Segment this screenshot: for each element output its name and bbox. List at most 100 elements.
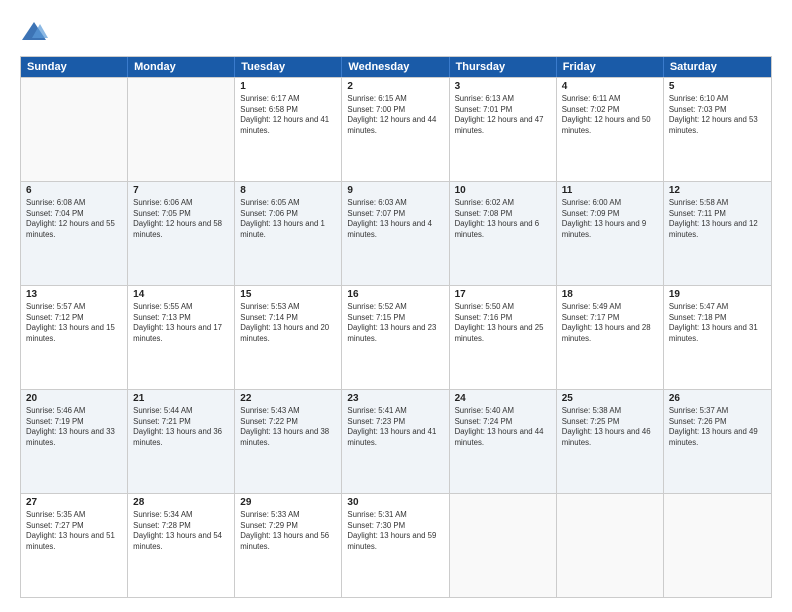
calendar-cell: 10 Sunrise: 6:02 AM Sunset: 7:08 PM Dayli… <box>450 182 557 285</box>
calendar-cell: 21 Sunrise: 5:44 AM Sunset: 7:21 PM Dayli… <box>128 390 235 493</box>
calendar-cell: 27Sunrise: 5:35 AM Sunset: 7:27 PM Dayli… <box>21 494 128 597</box>
calendar-cell <box>557 494 664 597</box>
page: SundayMondayTuesdayWednesdayThursdayFrid… <box>0 0 792 612</box>
cell-info: Sunrise: 6:06 AM Sunset: 7:05 PM Dayligh… <box>133 198 229 240</box>
cell-day-number: 17 <box>455 289 551 300</box>
cell-info: Sunrise: 5:43 AM Sunset: 7:22 PM Dayligh… <box>240 406 336 448</box>
calendar-cell: 6 Sunrise: 6:08 AM Sunset: 7:04 PM Daylig… <box>21 182 128 285</box>
header-day-sunday: Sunday <box>21 57 128 77</box>
calendar-cell: 30 Sunrise: 5:31 AM Sunset: 7:30 PM Dayli… <box>342 494 449 597</box>
cell-day-number: 3 <box>455 81 551 92</box>
cell-info: Sunrise: 5:52 AM Sunset: 7:15 PM Dayligh… <box>347 302 443 344</box>
cell-day-number: 21 <box>133 393 229 404</box>
calendar-cell: 4 Sunrise: 6:11 AM Sunset: 7:02 PM Daylig… <box>557 78 664 181</box>
cell-day-number: 14 <box>133 289 229 300</box>
cell-day-number: 20 <box>26 393 122 404</box>
calendar-cell: 11 Sunrise: 6:00 AM Sunset: 7:09 PM Dayli… <box>557 182 664 285</box>
calendar-row-3: 20Sunrise: 5:46 AM Sunset: 7:19 PM Dayli… <box>21 389 771 493</box>
calendar-cell: 22 Sunrise: 5:43 AM Sunset: 7:22 PM Dayli… <box>235 390 342 493</box>
cell-info: Sunrise: 5:55 AM Sunset: 7:13 PM Dayligh… <box>133 302 229 344</box>
calendar-cell: 28Sunrise: 5:34 AM Sunset: 7:28 PM Dayli… <box>128 494 235 597</box>
cell-info: Sunrise: 6:13 AM Sunset: 7:01 PM Dayligh… <box>455 94 551 136</box>
cell-day-number: 2 <box>347 81 443 92</box>
cell-info: Sunrise: 5:31 AM Sunset: 7:30 PM Dayligh… <box>347 510 443 552</box>
calendar-header: SundayMondayTuesdayWednesdayThursdayFrid… <box>21 57 771 77</box>
calendar-cell: 19 Sunrise: 5:47 AM Sunset: 7:18 PM Dayli… <box>664 286 771 389</box>
cell-info: Sunrise: 6:15 AM Sunset: 7:00 PM Dayligh… <box>347 94 443 136</box>
header-day-friday: Friday <box>557 57 664 77</box>
cell-day-number: 10 <box>455 185 551 196</box>
cell-info: Sunrise: 6:17 AM Sunset: 6:58 PM Dayligh… <box>240 94 336 136</box>
cell-day-number: 15 <box>240 289 336 300</box>
cell-info: Sunrise: 5:37 AM Sunset: 7:26 PM Dayligh… <box>669 406 766 448</box>
cell-info: Sunrise: 5:38 AM Sunset: 7:25 PM Dayligh… <box>562 406 658 448</box>
calendar-cell: 5 Sunrise: 6:10 AM Sunset: 7:03 PM Daylig… <box>664 78 771 181</box>
calendar: SundayMondayTuesdayWednesdayThursdayFrid… <box>20 56 772 598</box>
cell-info: Sunrise: 5:58 AM Sunset: 7:11 PM Dayligh… <box>669 198 766 240</box>
calendar-cell: 23 Sunrise: 5:41 AM Sunset: 7:23 PM Dayli… <box>342 390 449 493</box>
calendar-cell: 17 Sunrise: 5:50 AM Sunset: 7:16 PM Dayli… <box>450 286 557 389</box>
calendar-cell: 7 Sunrise: 6:06 AM Sunset: 7:05 PM Daylig… <box>128 182 235 285</box>
calendar-row-0: 1 Sunrise: 6:17 AM Sunset: 6:58 PM Daylig… <box>21 77 771 181</box>
cell-day-number: 16 <box>347 289 443 300</box>
calendar-cell: 13 Sunrise: 5:57 AM Sunset: 7:12 PM Dayli… <box>21 286 128 389</box>
calendar-cell: 18Sunrise: 5:49 AM Sunset: 7:17 PM Dayli… <box>557 286 664 389</box>
cell-day-number: 7 <box>133 185 229 196</box>
calendar-cell: 1 Sunrise: 6:17 AM Sunset: 6:58 PM Daylig… <box>235 78 342 181</box>
cell-day-number: 8 <box>240 185 336 196</box>
cell-day-number: 4 <box>562 81 658 92</box>
calendar-cell <box>128 78 235 181</box>
cell-info: Sunrise: 6:02 AM Sunset: 7:08 PM Dayligh… <box>455 198 551 240</box>
cell-day-number: 9 <box>347 185 443 196</box>
cell-day-number: 11 <box>562 185 658 196</box>
cell-day-number: 18 <box>562 289 658 300</box>
cell-day-number: 22 <box>240 393 336 404</box>
cell-info: Sunrise: 6:11 AM Sunset: 7:02 PM Dayligh… <box>562 94 658 136</box>
cell-info: Sunrise: 5:53 AM Sunset: 7:14 PM Dayligh… <box>240 302 336 344</box>
header-day-saturday: Saturday <box>664 57 771 77</box>
calendar-cell: 29 Sunrise: 5:33 AM Sunset: 7:29 PM Dayli… <box>235 494 342 597</box>
header-day-wednesday: Wednesday <box>342 57 449 77</box>
calendar-cell <box>664 494 771 597</box>
cell-info: Sunrise: 5:33 AM Sunset: 7:29 PM Dayligh… <box>240 510 336 552</box>
cell-info: Sunrise: 5:57 AM Sunset: 7:12 PM Dayligh… <box>26 302 122 344</box>
cell-info: Sunrise: 6:10 AM Sunset: 7:03 PM Dayligh… <box>669 94 766 136</box>
cell-info: Sunrise: 6:03 AM Sunset: 7:07 PM Dayligh… <box>347 198 443 240</box>
calendar-body: 1 Sunrise: 6:17 AM Sunset: 6:58 PM Daylig… <box>21 77 771 597</box>
cell-day-number: 1 <box>240 81 336 92</box>
cell-day-number: 5 <box>669 81 766 92</box>
calendar-row-4: 27Sunrise: 5:35 AM Sunset: 7:27 PM Dayli… <box>21 493 771 597</box>
cell-day-number: 30 <box>347 497 443 508</box>
cell-info: Sunrise: 5:44 AM Sunset: 7:21 PM Dayligh… <box>133 406 229 448</box>
calendar-cell: 2 Sunrise: 6:15 AM Sunset: 7:00 PM Daylig… <box>342 78 449 181</box>
calendar-cell: 16 Sunrise: 5:52 AM Sunset: 7:15 PM Dayli… <box>342 286 449 389</box>
calendar-cell <box>450 494 557 597</box>
cell-day-number: 24 <box>455 393 551 404</box>
logo <box>20 18 52 46</box>
calendar-cell: 26Sunrise: 5:37 AM Sunset: 7:26 PM Dayli… <box>664 390 771 493</box>
cell-info: Sunrise: 5:50 AM Sunset: 7:16 PM Dayligh… <box>455 302 551 344</box>
cell-info: Sunrise: 5:41 AM Sunset: 7:23 PM Dayligh… <box>347 406 443 448</box>
header-day-thursday: Thursday <box>450 57 557 77</box>
calendar-cell: 14 Sunrise: 5:55 AM Sunset: 7:13 PM Dayli… <box>128 286 235 389</box>
cell-info: Sunrise: 6:08 AM Sunset: 7:04 PM Dayligh… <box>26 198 122 240</box>
cell-info: Sunrise: 5:47 AM Sunset: 7:18 PM Dayligh… <box>669 302 766 344</box>
calendar-row-2: 13 Sunrise: 5:57 AM Sunset: 7:12 PM Dayli… <box>21 285 771 389</box>
cell-info: Sunrise: 5:40 AM Sunset: 7:24 PM Dayligh… <box>455 406 551 448</box>
header-day-tuesday: Tuesday <box>235 57 342 77</box>
cell-day-number: 23 <box>347 393 443 404</box>
cell-day-number: 19 <box>669 289 766 300</box>
cell-day-number: 29 <box>240 497 336 508</box>
calendar-cell: 15 Sunrise: 5:53 AM Sunset: 7:14 PM Dayli… <box>235 286 342 389</box>
cell-info: Sunrise: 6:00 AM Sunset: 7:09 PM Dayligh… <box>562 198 658 240</box>
cell-info: Sunrise: 5:35 AM Sunset: 7:27 PM Dayligh… <box>26 510 122 552</box>
calendar-cell: 20Sunrise: 5:46 AM Sunset: 7:19 PM Dayli… <box>21 390 128 493</box>
cell-day-number: 12 <box>669 185 766 196</box>
calendar-row-1: 6 Sunrise: 6:08 AM Sunset: 7:04 PM Daylig… <box>21 181 771 285</box>
calendar-cell: 9 Sunrise: 6:03 AM Sunset: 7:07 PM Daylig… <box>342 182 449 285</box>
logo-icon <box>20 18 48 46</box>
cell-info: Sunrise: 6:05 AM Sunset: 7:06 PM Dayligh… <box>240 198 336 240</box>
calendar-cell: 24 Sunrise: 5:40 AM Sunset: 7:24 PM Dayli… <box>450 390 557 493</box>
cell-day-number: 13 <box>26 289 122 300</box>
cell-day-number: 6 <box>26 185 122 196</box>
